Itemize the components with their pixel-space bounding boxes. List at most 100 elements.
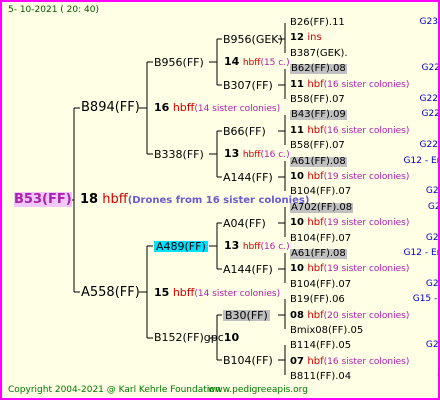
root-drone-info: 18 hbff(Drones from 16 sister colonies) bbox=[80, 193, 309, 206]
gen4-queen[interactable]: B811(FF).04G27 - B-xx43 bbox=[290, 371, 438, 382]
queen-b307[interactable]: B307(FF) bbox=[223, 80, 273, 91]
gen4-drone-origin: hbf bbox=[307, 171, 324, 182]
gen4-queen[interactable]: B104(FF).07 G21 - Sinop62R bbox=[290, 186, 438, 197]
copyright-footer: Copyright 2004-2021 @ Karl Kehrle Founda… bbox=[8, 385, 221, 395]
gen4-drone-note: (16 sister colonies) bbox=[323, 126, 410, 136]
gen4-drone-count: 10 bbox=[290, 217, 308, 228]
gen4-drone-count: 10 bbox=[290, 171, 308, 182]
gen4-queen-name: A61(FF).08 bbox=[290, 156, 347, 167]
gen4-drone-origin: hbf bbox=[307, 310, 324, 321]
gen4-drone-origin: ins bbox=[307, 32, 322, 43]
queen-b338[interactable]: B338(FF) bbox=[154, 149, 204, 160]
gen4-queen-source: G20 - Sinop62R bbox=[425, 340, 439, 350]
gen4-queen-source: G12 - ErzurumEgg8 bbox=[403, 248, 440, 258]
gen4-drone-note: (16 sister colonies) bbox=[323, 357, 410, 367]
gen4-queen-name: B104(FF).07 bbox=[290, 233, 352, 244]
date-header: 5- 10-2021 ( 20: 40) bbox=[8, 5, 99, 15]
gen4-drone-info: 08 hbf(20 sister colonies) bbox=[290, 311, 409, 321]
gen4-queen-name: B104(FF).07 bbox=[290, 279, 352, 290]
drone-info-a558: 15 hbff(14 sister colonies) bbox=[154, 286, 281, 299]
gen4-drone-count: 10 bbox=[290, 263, 308, 274]
queen-b30[interactable]: B30(FF) bbox=[223, 310, 270, 321]
gen4-drone-origin: hbf bbox=[307, 125, 324, 136]
gen4-queen[interactable]: B19(FF).06 G15 - Longos77R bbox=[290, 294, 438, 305]
gen4-drone-count: 12 bbox=[290, 32, 308, 43]
gen4-drone-count: 11 bbox=[290, 79, 308, 90]
gen4-queen-source: G21 - Sinop62R bbox=[425, 186, 439, 196]
gen4-queen-source: G21 - Sinop62R bbox=[425, 279, 439, 289]
gen4-drone-note: (19 sister colonies) bbox=[323, 172, 410, 182]
queen-a489[interactable]: A489(FF) bbox=[154, 241, 208, 252]
gen4-queen[interactable]: B104(FF).07 G21 - Sinop62R bbox=[290, 279, 438, 290]
dam-queen[interactable]: A558(FF) bbox=[81, 286, 140, 299]
root-drone-origin: hbff bbox=[102, 192, 128, 207]
gen4-queen-name: A61(FF).08 bbox=[290, 248, 347, 259]
gen4-drone-note: (16 sister colonies) bbox=[323, 80, 410, 90]
gen4-queen-source: G12 - ErzurumEgg8 bbox=[403, 156, 440, 166]
queen-a04[interactable]: A04(FF) bbox=[223, 218, 266, 229]
gen4-queen-name: A702(FF).08 bbox=[290, 202, 354, 213]
gen4-queen[interactable]: B58(FF).07 G22 - Sinop62R bbox=[290, 95, 438, 105]
gen4-queen[interactable]: A61(FF).08 G12 - ErzurumEgg8 bbox=[290, 248, 438, 259]
gen4-queen[interactable]: B26(FF).11 G23 - Sinop62R bbox=[290, 17, 438, 28]
gen4-drone-count: 07 bbox=[290, 356, 308, 367]
gen4-queen-name: B19(FF).06 bbox=[290, 294, 345, 305]
gen4-drone-origin: hbf bbox=[307, 217, 324, 228]
gen4-queen-name: B58(FF).07 bbox=[290, 140, 345, 151]
gen4-queen-source: G22 - Sinop62R bbox=[419, 140, 438, 150]
gen4-drone-info: 11 hbf(16 sister colonies) bbox=[290, 80, 409, 90]
gen4-drone-origin: hbf bbox=[307, 356, 324, 367]
gen4-drone-info: 10 hbf(19 sister colonies) bbox=[290, 172, 409, 182]
gen4-drone-note: (19 sister colonies) bbox=[323, 218, 410, 228]
gen4-queen[interactable]: B114(FF).05 G20 - Sinop62R bbox=[290, 340, 438, 351]
gen4-queen-source: G23 - Sinop62R bbox=[419, 17, 438, 27]
root-drone-label: (Drones from 16 sister colonies) bbox=[127, 195, 310, 206]
root-queen[interactable]: B53(FF) bbox=[14, 192, 72, 207]
gen4-drone-origin: hbf bbox=[307, 79, 324, 90]
gen4-drone-info: 11 hbf(16 sister colonies) bbox=[290, 126, 409, 136]
queen-b104[interactable]: B104(FF) bbox=[223, 355, 273, 366]
pedigree-frame: 5- 10-2021 ( 20: 40) B53(FF) 18 hbff(Dro… bbox=[0, 0, 440, 400]
gen4-queen-name: B114(FF).05 bbox=[290, 340, 352, 351]
root-drone-count: 18 bbox=[80, 192, 99, 207]
gen4-queen[interactable]: A702(FF).08 G24 - Sinop62R bbox=[290, 202, 438, 213]
gen4-queen-source: G21 - Sinop62R bbox=[425, 233, 439, 243]
gen4-drone-info: 10 hbf(19 sister colonies) bbox=[290, 264, 409, 274]
gen4-queen[interactable]: B387(GEK).no more bbox=[290, 49, 348, 59]
queen-b152[interactable]: B152(FF)gpc10 bbox=[154, 332, 239, 343]
queen-a144-b[interactable]: A144(FF) bbox=[223, 264, 273, 275]
queen-a144[interactable]: A144(FF) bbox=[223, 172, 273, 183]
gen4-queen[interactable]: Bmix08(FF).05G0 - old lines B bbox=[290, 326, 363, 336]
gen4-queen-name: B62(FF).08 bbox=[290, 63, 347, 74]
gen4-queen-name: B387(GEK). bbox=[290, 48, 348, 59]
queen-b956[interactable]: B956(FF) bbox=[154, 57, 204, 68]
gen4-queen-source: G22 - Sinop62R bbox=[421, 109, 440, 119]
gen4-queen[interactable]: B58(FF).07 G22 - Sinop62R bbox=[290, 140, 438, 151]
gen4-drone-info: 12 ins bbox=[290, 33, 322, 43]
gen4-queen[interactable]: B104(FF).07 G21 - Sinop62R bbox=[290, 233, 438, 244]
website-link[interactable]: www.pedigreeapis.org bbox=[208, 386, 308, 395]
gen4-drone-origin: hbf bbox=[307, 263, 324, 274]
gen4-queen-source: G22 - Sinop62R bbox=[421, 63, 440, 73]
gen4-queen[interactable]: A61(FF).08 G12 - ErzurumEgg8 bbox=[290, 156, 438, 167]
gen4-queen-source: G15 - Longos77R bbox=[412, 294, 438, 304]
gen4-drone-info: 07 hbf(16 sister colonies) bbox=[290, 357, 409, 367]
gen4-queen[interactable]: B62(FF).08 G22 - Sinop62R bbox=[290, 63, 438, 74]
gen4-queen-name: B26(FF).11 bbox=[290, 17, 345, 28]
gen4-queen-source: G24 - Sinop62R bbox=[427, 202, 438, 212]
sire-queen[interactable]: B894(FF) bbox=[81, 101, 140, 114]
gen4-queen-name: B43(FF).09 bbox=[290, 109, 347, 120]
queen-b956-gek[interactable]: B956(GEK) bbox=[223, 34, 283, 45]
drone-info-b894: 16 hbff(14 sister colonies) bbox=[154, 101, 281, 114]
drone-info-a489: 13 hbff(16 c.) bbox=[224, 239, 290, 252]
gen4-queen-source: G22 - Sinop62R bbox=[419, 94, 438, 104]
gen4-queen[interactable]: B43(FF).09 G22 - Sinop62R bbox=[290, 109, 438, 120]
gen4-queen-name: Bmix08(FF).05 bbox=[290, 325, 364, 336]
gen4-queen-name: B811(FF).04 bbox=[290, 371, 352, 382]
gen4-drone-count: 08 bbox=[290, 310, 308, 321]
gen4-drone-note: (19 sister colonies) bbox=[323, 264, 410, 274]
gen4-drone-info: 10 hbf(19 sister colonies) bbox=[290, 218, 409, 228]
root-queen-label: B53(FF) bbox=[14, 192, 72, 207]
gen4-queen-name: B104(FF).07 bbox=[290, 186, 352, 197]
queen-b66[interactable]: B66(FF) bbox=[223, 126, 266, 137]
